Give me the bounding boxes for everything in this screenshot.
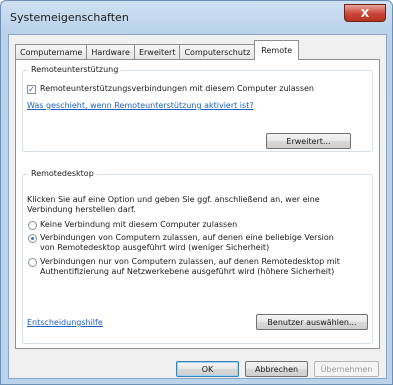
tab-computerschutz[interactable]: Computerschutz bbox=[179, 44, 256, 60]
close-button[interactable]: X bbox=[344, 4, 386, 22]
dialog-client-area: Computername Hardware Erweitert Computer… bbox=[8, 34, 387, 379]
ok-button[interactable]: OK bbox=[176, 361, 239, 377]
tab-computername[interactable]: Computername bbox=[15, 44, 88, 60]
remote-desktop-instruction: Klicken Sie auf eine Option und geben Si… bbox=[27, 195, 320, 214]
cancel-button[interactable]: Abbrechen bbox=[245, 361, 308, 377]
radio-nla-only[interactable] bbox=[28, 258, 37, 267]
tab-strip: Computername Hardware Erweitert Computer… bbox=[15, 40, 300, 60]
tab-erweitert[interactable]: Erweitert bbox=[133, 44, 181, 60]
window-title: Systemeigenschaften bbox=[10, 11, 129, 24]
remote-assistance-group: Remoteunterstützung ✓ Remoteunterstützun… bbox=[22, 65, 373, 152]
select-users-button[interactable]: Benutzer auswählen... bbox=[256, 314, 368, 330]
tab-hardware[interactable]: Hardware bbox=[86, 44, 135, 60]
remote-assistance-group-title: Remoteunterstützung bbox=[28, 65, 122, 74]
radio-any-version-label[interactable]: Verbindungen von Computern zulassen, auf… bbox=[40, 233, 340, 252]
radio-no-connection[interactable] bbox=[28, 221, 37, 230]
radio-any-version[interactable] bbox=[28, 234, 37, 243]
checkmark-icon: ✓ bbox=[28, 85, 35, 94]
remote-assistance-checkbox[interactable]: ✓ bbox=[27, 85, 36, 94]
close-icon: X bbox=[360, 6, 370, 20]
radio-nla-only-label[interactable]: Verbindungen nur von Computern zulassen,… bbox=[40, 257, 345, 276]
radio-no-connection-label[interactable]: Keine Verbindung mit diesem Computer zul… bbox=[40, 220, 360, 230]
remote-assistance-checkbox-label[interactable]: Remoteunterstützungsverbindungen mit die… bbox=[40, 84, 314, 94]
tab-remote[interactable]: Remote bbox=[254, 40, 300, 60]
advanced-button[interactable]: Erweitert... bbox=[266, 133, 351, 149]
remote-desktop-group-title: Remotedesktop bbox=[28, 169, 97, 178]
decision-help-link[interactable]: Entscheidungshilfe bbox=[27, 318, 103, 328]
system-properties-window: Systemeigenschaften X Computername Hardw… bbox=[0, 0, 393, 385]
remote-tab-panel: Remoteunterstützung ✓ Remoteunterstützun… bbox=[15, 59, 380, 349]
apply-button[interactable]: Übernehmen bbox=[314, 361, 379, 377]
remote-desktop-group: Remotedesktop Klicken Sie auf eine Optio… bbox=[22, 169, 373, 344]
remote-assistance-help-link[interactable]: Was geschieht, wenn Remoteunterstützung … bbox=[27, 101, 254, 111]
